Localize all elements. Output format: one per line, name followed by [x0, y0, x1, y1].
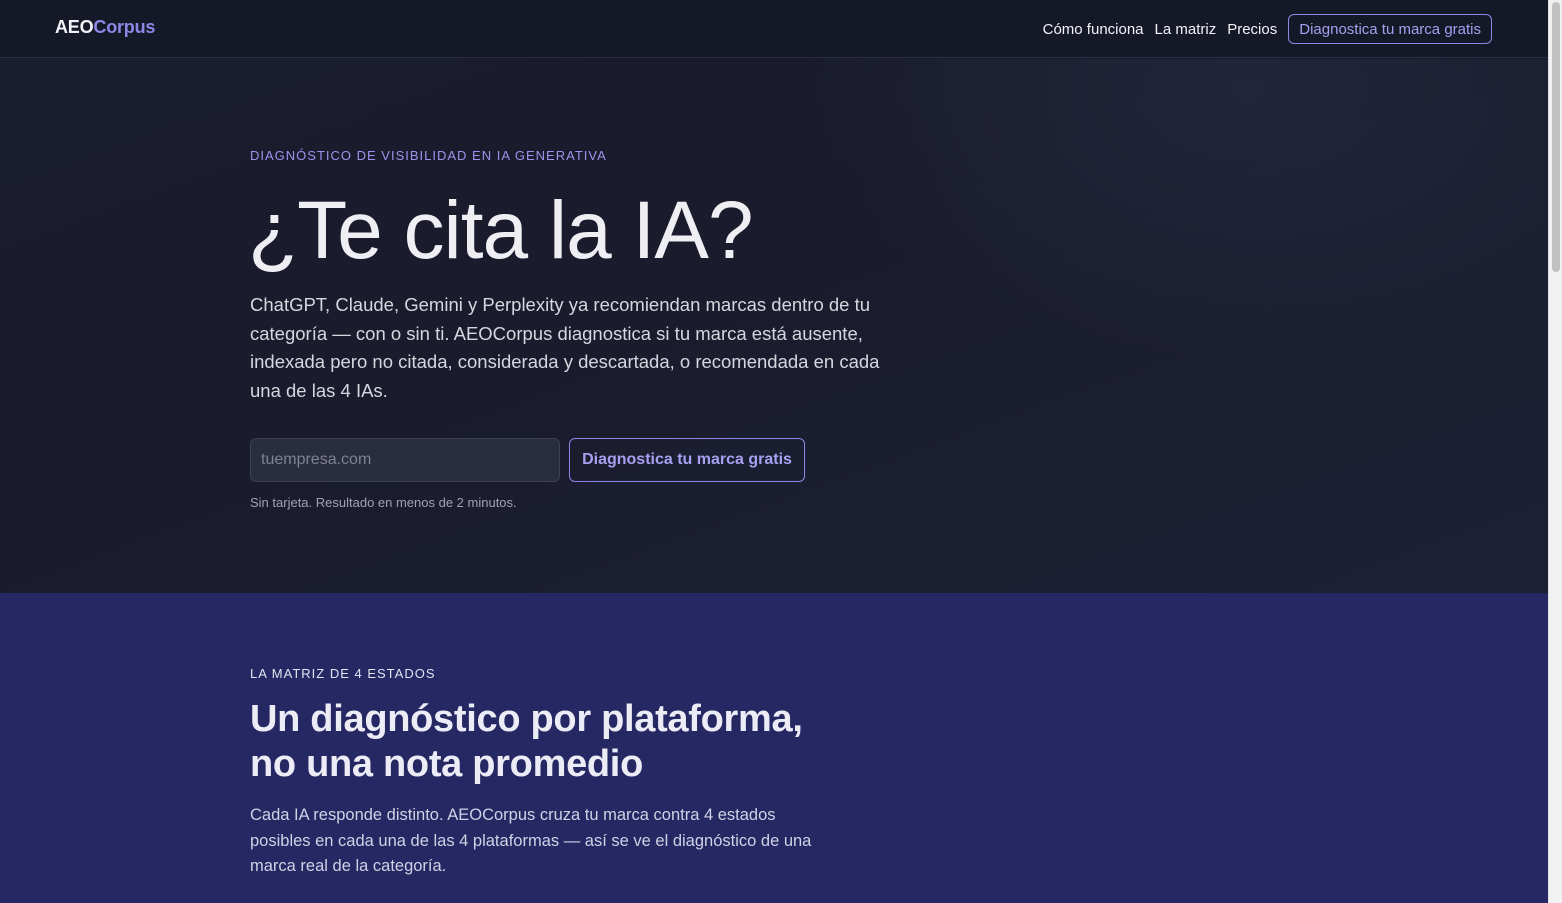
logo-text-aeo: AEO [55, 17, 94, 37]
matrix-section: LA MATRIZ DE 4 ESTADOS Un diagnóstico po… [0, 593, 1548, 903]
page-scrollbar[interactable] [1548, 0, 1562, 903]
hero-diagnose-button[interactable]: Diagnostica tu marca gratis [569, 438, 805, 482]
nav-link-la-matriz[interactable]: La matriz [1155, 15, 1217, 44]
hero-note: Sin tarjeta. Resultado en menos de 2 min… [250, 495, 517, 510]
matrix-eyebrow: LA MATRIZ DE 4 ESTADOS [250, 666, 436, 681]
scrollbar-thumb[interactable] [1552, 2, 1560, 272]
hero-eyebrow: DIAGNÓSTICO DE VISIBILIDAD EN IA GENERAT… [250, 148, 607, 163]
matrix-description: Cada IA responde distinto. AEOCorpus cru… [250, 806, 812, 875]
header-diagnose-button[interactable]: Diagnostica tu marca gratis [1288, 14, 1492, 44]
domain-input[interactable] [250, 438, 560, 482]
nav-link-precios[interactable]: Precios [1227, 15, 1277, 44]
hero-background-glow [798, 59, 1548, 359]
nav-link-como-funciona[interactable]: Cómo funciona [1043, 15, 1144, 44]
hero-description: ChatGPT, Claude, Gemini y Perplexity ya … [250, 294, 880, 401]
nav-links: Cómo funciona La matriz Precios Diagnost… [1032, 14, 1492, 44]
hero-title: ¿Te cita la IA? [248, 185, 754, 276]
top-navbar: AEOCorpus Cómo funciona La matriz Precio… [0, 0, 1548, 58]
logo[interactable]: AEOCorpus [55, 17, 155, 38]
hero-section: DIAGNÓSTICO DE VISIBILIDAD EN IA GENERAT… [0, 59, 1548, 593]
matrix-title: Un diagnóstico por plataforma, no una no… [250, 698, 803, 785]
landing-page: AEOCorpus Cómo funciona La matriz Precio… [0, 0, 1548, 903]
logo-text-corpus: Corpus [93, 17, 156, 37]
